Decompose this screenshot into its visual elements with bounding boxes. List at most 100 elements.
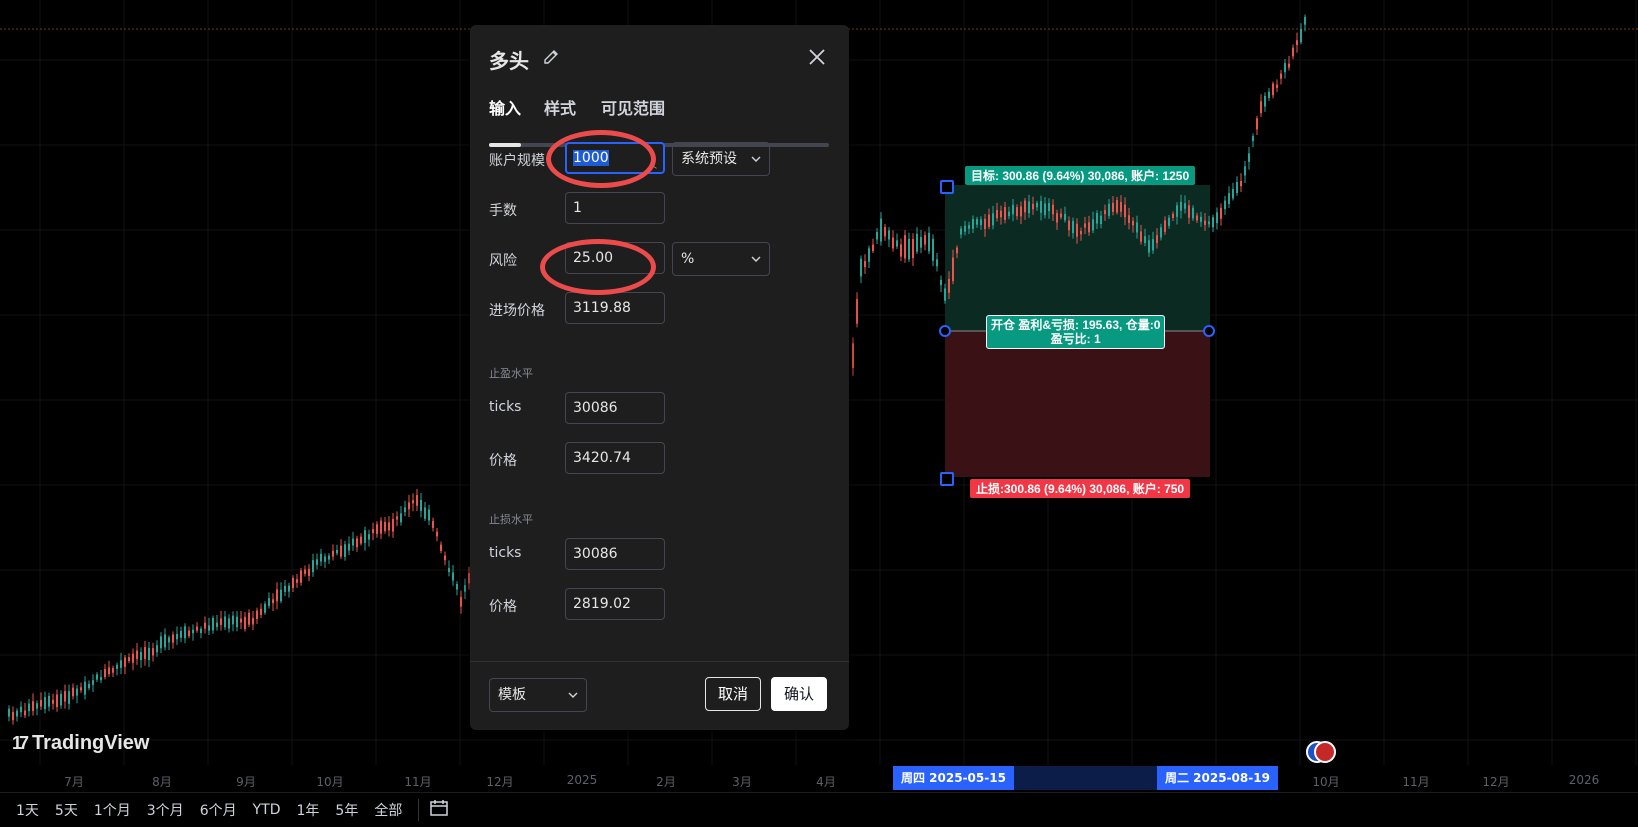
- risk-unit-select[interactable]: %: [672, 242, 770, 276]
- stop-loss-section-title: 止损水平: [489, 513, 533, 526]
- event-badge-icon[interactable]: [1314, 741, 1336, 763]
- candle-body: [140, 652, 142, 661]
- candle-body: [208, 625, 210, 631]
- candle-body: [888, 230, 890, 240]
- highlight-ring-risk: [540, 239, 656, 295]
- candle-body: [960, 228, 962, 235]
- candle-body: [60, 693, 62, 706]
- account-currency-select[interactable]: 系统预设: [672, 142, 770, 176]
- x-tick: 11月: [404, 775, 432, 789]
- entry-price-value: 3119.88: [573, 300, 631, 316]
- candle-body: [1240, 181, 1242, 187]
- tab-style[interactable]: 样式: [544, 95, 576, 119]
- tp-ticks-input[interactable]: 30086: [565, 392, 665, 424]
- account-size-label: 账户规模: [489, 153, 545, 169]
- candle-body: [212, 617, 214, 631]
- candle-body: [260, 608, 262, 615]
- candle-body: [276, 589, 278, 602]
- candle-body: [100, 677, 102, 681]
- range-5y[interactable]: 5年: [329, 796, 364, 824]
- lot-size-input[interactable]: 1: [565, 192, 665, 224]
- tp-price-input[interactable]: 3420.74: [565, 442, 665, 474]
- range-5d[interactable]: 5天: [49, 796, 84, 824]
- pencil-icon[interactable]: [541, 47, 561, 67]
- candle-body: [904, 235, 906, 259]
- candle-body: [164, 634, 166, 648]
- target-handle[interactable]: [940, 180, 954, 194]
- tab-inputs[interactable]: 输入: [489, 95, 521, 119]
- candle-body: [408, 502, 410, 510]
- candle-body: [1116, 200, 1118, 213]
- candle-body: [1156, 235, 1158, 243]
- candle-body: [296, 579, 298, 583]
- candle-body: [876, 231, 878, 240]
- candle-body: [456, 583, 458, 590]
- x-tick: 8月: [152, 775, 172, 789]
- candle-body: [972, 219, 974, 229]
- candle-body: [204, 622, 206, 629]
- candle-body: [1192, 207, 1194, 219]
- candle-body: [332, 550, 334, 557]
- candle-body: [1096, 213, 1098, 224]
- candle-body: [1112, 202, 1114, 212]
- tp-price-value: 3420.74: [573, 450, 631, 466]
- candle-body: [1208, 221, 1210, 225]
- calendar-icon[interactable]: [429, 799, 449, 821]
- candle-body: [328, 555, 330, 560]
- range-1d[interactable]: 1天: [10, 796, 45, 824]
- tab-visibility[interactable]: 可见范围: [601, 95, 665, 119]
- x-tick: 11月: [1402, 775, 1430, 789]
- candle-body: [1288, 63, 1290, 68]
- candle-body: [1280, 73, 1282, 79]
- candle-body: [256, 610, 258, 619]
- candle-body: [1184, 203, 1186, 209]
- entry-handle-left: [939, 325, 951, 337]
- stop-handle[interactable]: [940, 472, 954, 486]
- candle-body: [984, 218, 986, 230]
- chevron-down-icon: [751, 156, 761, 162]
- range-all[interactable]: 全部: [368, 796, 408, 824]
- x-tick: 10月: [1312, 775, 1340, 789]
- close-icon[interactable]: [805, 45, 829, 69]
- candle-body: [908, 238, 910, 260]
- candle-body: [20, 706, 22, 713]
- range-3m[interactable]: 3个月: [141, 796, 190, 824]
- candle-body: [340, 545, 342, 557]
- candle-body: [1276, 84, 1278, 88]
- candle-body: [948, 278, 950, 293]
- candle-body: [444, 555, 446, 561]
- range-ytd[interactable]: YTD: [247, 798, 287, 822]
- candle-body: [8, 708, 10, 717]
- candle-body: [1260, 101, 1262, 114]
- candle-body: [388, 522, 390, 531]
- candle-body: [952, 257, 954, 282]
- entry-price-input[interactable]: 3119.88: [565, 292, 665, 324]
- template-select[interactable]: 模板: [489, 678, 587, 712]
- candle-body: [56, 694, 58, 708]
- candle-body: [372, 529, 374, 534]
- range-1m[interactable]: 1个月: [88, 796, 137, 824]
- candle-body: [148, 647, 150, 661]
- sl-price-input[interactable]: 2819.02: [565, 588, 665, 620]
- candle-body: [1136, 222, 1138, 233]
- candle-body: [936, 259, 938, 267]
- account-currency-value: 系统预设: [681, 151, 737, 167]
- candle-body: [864, 261, 866, 268]
- candle-body: [160, 636, 162, 649]
- candle-body: [28, 703, 30, 712]
- candle-body: [240, 618, 242, 623]
- entry-handle-right: [1203, 325, 1215, 337]
- candle-body: [384, 521, 386, 532]
- range-6m[interactable]: 6个月: [194, 796, 243, 824]
- candle-body: [1060, 213, 1062, 218]
- candle-body: [96, 674, 98, 680]
- cancel-button[interactable]: 取消: [705, 677, 761, 711]
- candle-body: [1144, 236, 1146, 244]
- range-1y[interactable]: 1年: [291, 796, 326, 824]
- time-axis[interactable]: 7月 8月 9月 10月 11月 12月 2025 2月 3月 4月 10月 1…: [0, 770, 1638, 790]
- candle-body: [216, 622, 218, 627]
- candle-body: [224, 616, 226, 628]
- ok-button[interactable]: 确认: [771, 677, 827, 711]
- sl-ticks-input[interactable]: 30086: [565, 538, 665, 570]
- candle-body: [132, 653, 134, 663]
